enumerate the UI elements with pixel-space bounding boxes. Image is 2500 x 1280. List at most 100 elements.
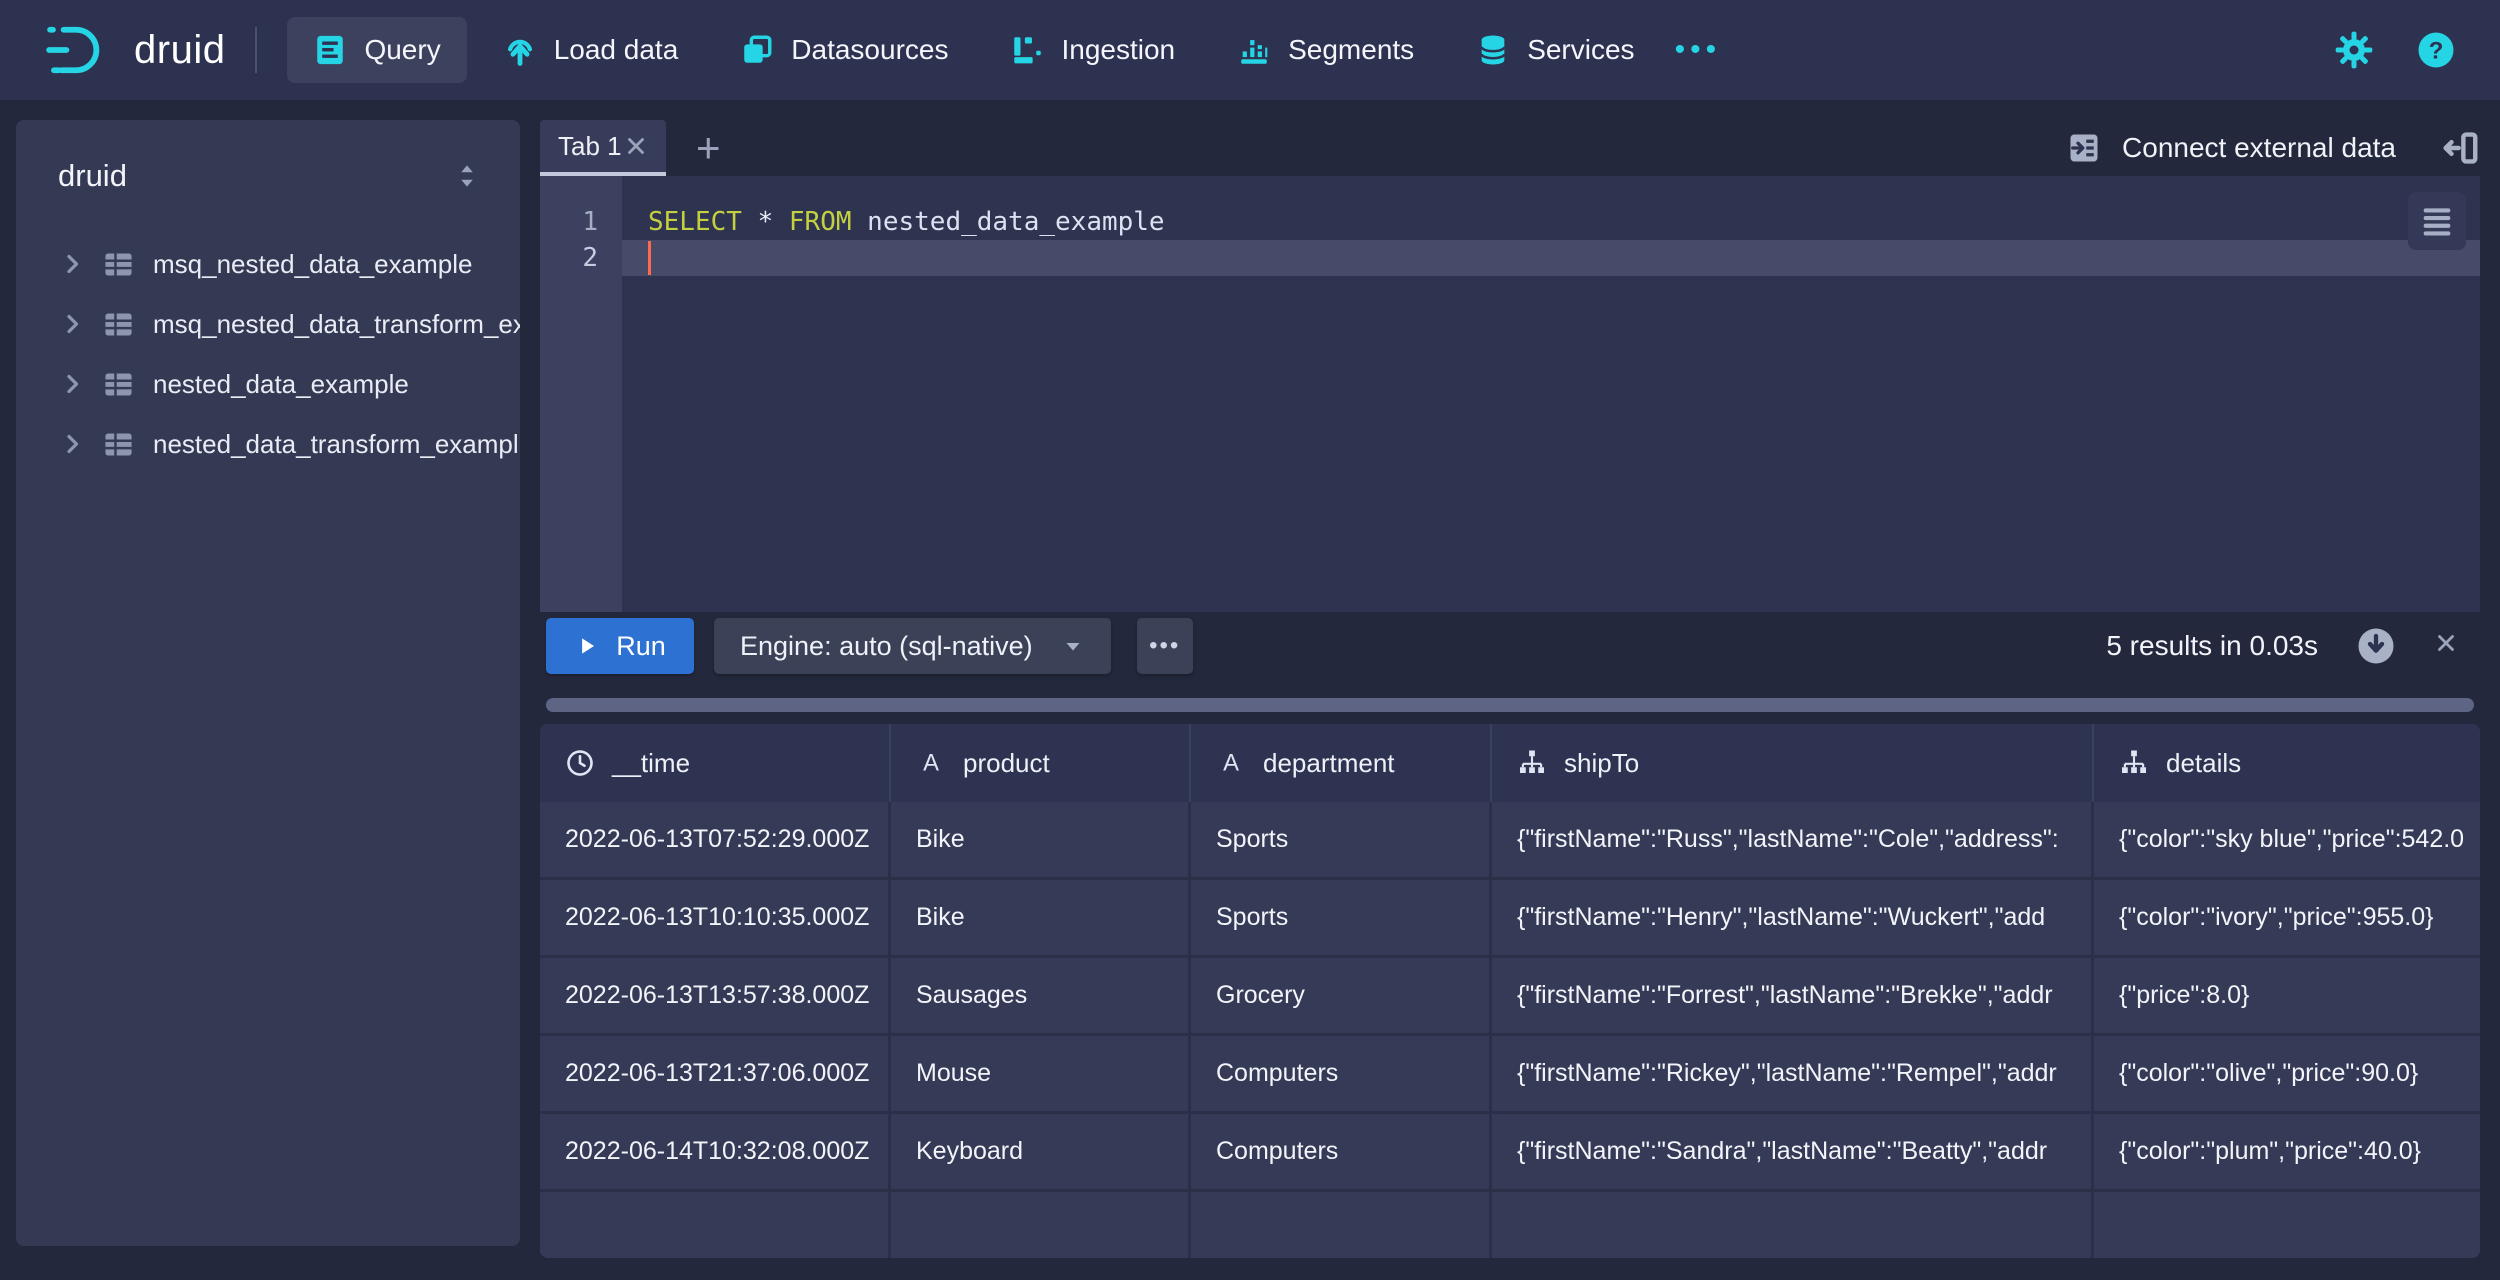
table-cell[interactable]: {"color":"ivory","price":955.0} — [2094, 880, 2480, 955]
column-header--time[interactable]: __time — [540, 724, 891, 802]
table-cell[interactable] — [540, 1192, 891, 1258]
query-icon — [313, 33, 347, 67]
editor-gutter: 1 2 — [540, 176, 622, 612]
chevron-right-icon[interactable] — [60, 252, 84, 276]
run-button[interactable]: Run — [546, 618, 694, 674]
datasource-sidebar: druid msq_nested_data_example msq_nested_… — [16, 120, 520, 1246]
help-icon[interactable]: ? — [2416, 30, 2456, 70]
column-label: product — [963, 747, 1050, 778]
engine-label: Engine: auto (sql-native) — [740, 630, 1033, 661]
table-cell[interactable]: {"firstName":"Rickey","lastName":"Rempel… — [1492, 1036, 2094, 1111]
table-cell[interactable] — [2094, 1192, 2480, 1258]
tree-item-label: msq_nested_data_transform_ex — [153, 308, 520, 339]
table-cell[interactable]: 2022-06-13T07:52:29.000Z — [540, 802, 891, 877]
column-label: department — [1263, 747, 1395, 778]
settings-gear-icon[interactable] — [2334, 30, 2374, 70]
string-icon: A — [916, 748, 946, 778]
table-cell[interactable]: 2022-06-14T10:32:08.000Z — [540, 1114, 891, 1189]
brand[interactable]: druid — [44, 23, 225, 77]
druid-logo-icon — [44, 23, 114, 77]
tree-item-msq-nested-data-transform-ex[interactable]: msq_nested_data_transform_ex — [16, 294, 520, 354]
table-row: 2022-06-13T13:57:38.000Z Sausages Grocery{… — [540, 958, 2480, 1036]
sql-editor[interactable]: 1 2 SELECT * FROM nested_data_example — [540, 176, 2480, 612]
table-cell[interactable]: Bike — [891, 880, 1191, 955]
svg-text:A: A — [1223, 750, 1239, 777]
column-label: shipTo — [1564, 747, 1640, 778]
nav-item-load-data[interactable]: Load data — [477, 17, 705, 83]
nav-item-datasources[interactable]: Datasources — [714, 17, 974, 83]
table-cell[interactable]: Grocery — [1191, 958, 1492, 1033]
nav-item-label: Segments — [1288, 34, 1415, 65]
table-cell[interactable]: 2022-06-13T10:10:35.000Z — [540, 880, 891, 955]
svg-text:?: ? — [2429, 37, 2444, 64]
nav-item-ingestion[interactable]: Ingestion — [984, 17, 1201, 83]
double-caret-vertical-icon[interactable] — [452, 161, 482, 191]
table-cell[interactable]: Sports — [1191, 802, 1492, 877]
tree-item-msq-nested-data-example[interactable]: msq_nested_data_example — [16, 234, 520, 294]
close-results-icon[interactable] — [2434, 631, 2464, 661]
table-cell[interactable] — [1191, 1192, 1492, 1258]
svg-text:A: A — [923, 750, 939, 777]
table-cell[interactable]: Mouse — [891, 1036, 1191, 1111]
sql-table-name: nested_data_example — [867, 207, 1165, 237]
tree-item-nested-data-transform-exampl[interactable]: nested_data_transform_exampl — [16, 414, 520, 474]
table-cell[interactable]: {"firstName":"Forrest","lastName":"Brekk… — [1492, 958, 2094, 1033]
nav-item-label: Services — [1527, 34, 1635, 65]
column-header-details[interactable]: details — [2094, 724, 2480, 802]
table-row: 2022-06-13T21:37:06.000Z Mouse Computers {"… — [540, 1036, 2480, 1114]
tabbar-right: Connect external data — [2066, 129, 2480, 167]
table-cell[interactable]: {"color":"sky blue","price":542.0 — [2094, 802, 2480, 877]
nav-item-label: Ingestion — [1061, 34, 1176, 65]
text-cursor — [648, 241, 651, 275]
clock-icon — [565, 748, 595, 778]
table-cell[interactable]: Keyboard — [891, 1114, 1191, 1189]
table-cell[interactable]: Computers — [1191, 1036, 1492, 1111]
table-cell[interactable]: Sports — [1191, 880, 1492, 955]
table-cell[interactable] — [891, 1192, 1191, 1258]
load-data-icon — [503, 33, 537, 67]
tree-item-nested-data-example[interactable]: nested_data_example — [16, 354, 520, 414]
chevron-right-icon[interactable] — [60, 312, 84, 336]
editor-menu-button[interactable] — [2408, 192, 2466, 250]
tab-bar: Tab 1 + Connect external data — [540, 120, 2480, 176]
query-workbench: Tab 1 + Connect external data 1 2 SELECT… — [540, 120, 2480, 1258]
open-panel-icon[interactable] — [2442, 129, 2480, 167]
chevron-right-icon[interactable] — [60, 372, 84, 396]
tab-query[interactable]: Tab 1 — [540, 120, 666, 176]
connect-external-icon — [2066, 130, 2102, 166]
table-cell[interactable]: {"firstName":"Sandra","lastName":"Beatty… — [1492, 1114, 2094, 1189]
table-cell[interactable]: {"firstName":"Russ","lastName":"Cole","a… — [1492, 802, 2094, 877]
nav-item-segments[interactable]: Segments — [1211, 17, 1440, 83]
tab-close-icon[interactable] — [624, 134, 648, 158]
download-icon[interactable] — [2356, 626, 2396, 666]
column-header-product[interactable]: Aproduct — [891, 724, 1191, 802]
chevron-right-icon[interactable] — [60, 432, 84, 456]
engine-select[interactable]: Engine: auto (sql-native) — [714, 618, 1111, 674]
query-more-button[interactable]: ••• — [1136, 618, 1193, 674]
table-cell[interactable]: {"price":8.0} — [2094, 958, 2480, 1033]
line-number: 2 — [582, 243, 598, 273]
table-cell[interactable]: Bike — [891, 802, 1191, 877]
table-cell[interactable]: 2022-06-13T13:57:38.000Z — [540, 958, 891, 1033]
caret-down-icon — [1061, 634, 1085, 658]
table-row: 2022-06-14T10:32:08.000Z Keyboard Computer… — [540, 1114, 2480, 1192]
table-cell[interactable]: 2022-06-13T21:37:06.000Z — [540, 1036, 891, 1111]
horizontal-scrollbar[interactable] — [546, 698, 2474, 712]
table-cell[interactable]: Computers — [1191, 1114, 1492, 1189]
table-cell[interactable]: Sausages — [891, 958, 1191, 1033]
column-header-department[interactable]: Adepartment — [1191, 724, 1492, 802]
active-line-highlight — [540, 240, 2480, 276]
string-icon: A — [1216, 748, 1246, 778]
nav-item-services[interactable]: Services — [1450, 17, 1660, 83]
column-header-shipto[interactable]: shipTo — [1492, 724, 2094, 802]
table-cell[interactable]: {"firstName":"Henry","lastName":"Wuckert… — [1492, 880, 2094, 955]
add-tab-button[interactable]: + — [696, 127, 721, 169]
table-cell[interactable] — [1492, 1192, 2094, 1258]
nav-item-query[interactable]: Query — [287, 17, 467, 83]
run-bar: Run Engine: auto (sql-native) ••• 5 resu… — [540, 612, 2480, 680]
connect-external-data-button[interactable]: Connect external data — [2066, 130, 2396, 166]
nav-more-button[interactable]: ••• — [1675, 33, 1722, 67]
table-cell[interactable]: {"color":"plum","price":40.0} — [2094, 1114, 2480, 1189]
table-cell[interactable]: {"color":"olive","price":90.0} — [2094, 1036, 2480, 1111]
editor-code: SELECT * FROM nested_data_example — [622, 204, 2480, 240]
